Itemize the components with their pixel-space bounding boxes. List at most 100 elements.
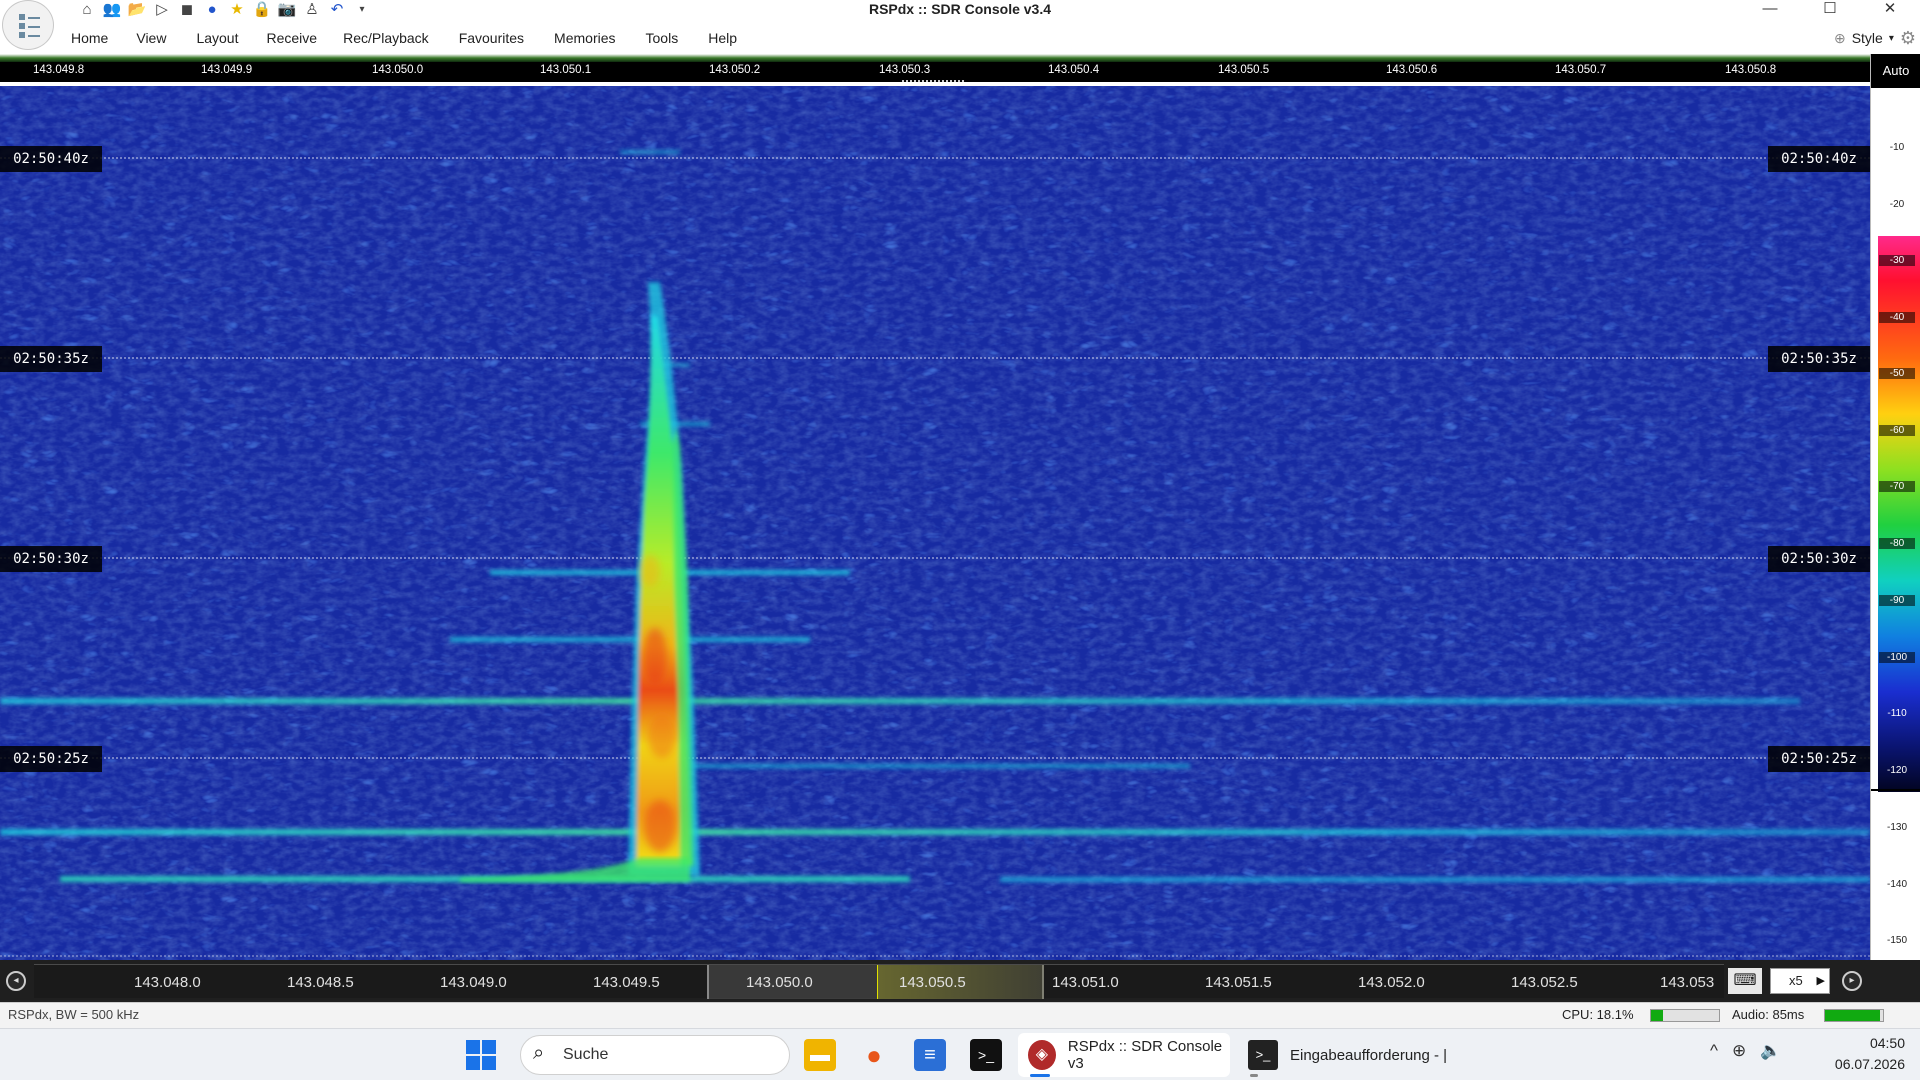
menu-memories[interactable]: Memories <box>554 22 615 54</box>
audio-latency-label: Audio: 85ms <box>1732 1007 1805 1022</box>
close-button[interactable]: ✕ <box>1860 0 1920 20</box>
tuned-center-marker[interactable] <box>877 965 878 999</box>
time-label-left: 02:50:25z <box>0 746 102 772</box>
taskbar-search[interactable]: ⌕ Suche <box>520 1035 790 1075</box>
bottom-freq-tick: 143.048.5 <box>287 974 354 991</box>
level-threshold-line[interactable] <box>1871 789 1920 791</box>
active-app-indicator <box>1030 1074 1050 1077</box>
running-app-indicator <box>1250 1074 1258 1077</box>
bottom-freq-tick: 143.050.5 <box>899 974 966 991</box>
time-label-right: 02:50:40z <box>1768 146 1870 172</box>
menu-items: Home View Layout Receive Rec/Playback Fa… <box>58 22 737 54</box>
notepad-icon[interactable]: ≡ <box>914 1039 946 1071</box>
scroll-right-button[interactable]: ▸ <box>1842 971 1862 991</box>
clock-date: 06.07.2026 <box>1834 1056 1905 1072</box>
top-freq-tick: 143.049.9 <box>201 64 253 76</box>
bottom-freq-tick: 143.052.5 <box>1511 974 1578 991</box>
time-label-right: 02:50:25z <box>1768 746 1870 772</box>
bottom-frequency-ruler[interactable]: 143.048.0 143.048.5 143.049.0 143.049.5 … <box>34 964 1724 999</box>
taskbar-app-label: Eingabeaufforderung - | <box>1290 1046 1448 1064</box>
volume-icon[interactable]: 🔈 <box>1760 1041 1781 1061</box>
sdr-console-icon: ◈ <box>1028 1040 1056 1070</box>
menu-rec-playback[interactable]: Rec/Playback <box>343 22 429 54</box>
style-menu[interactable]: ⊕ Style ▾ ⚙ <box>1834 22 1916 54</box>
level-label: -80 <box>1879 538 1915 549</box>
bottom-freq-tick: 143.052.0 <box>1358 974 1425 991</box>
menu-view[interactable]: View <box>136 22 166 54</box>
firefox-icon[interactable]: ● <box>858 1039 890 1071</box>
keyboard-icon[interactable]: ⌨ <box>1728 968 1762 994</box>
menu-bar: Home View Layout Receive Rec/Playback Fa… <box>0 22 1920 54</box>
maximize-button[interactable]: ☐ <box>1800 0 1860 20</box>
time-label-left: 02:50:30z <box>0 546 102 572</box>
gear-icon[interactable]: ⚙ <box>1900 28 1916 49</box>
level-label: -90 <box>1879 595 1915 606</box>
top-freq-tick: 143.050.3 <box>879 64 931 76</box>
auto-level-button[interactable]: Auto <box>1871 54 1920 88</box>
level-label: -10 <box>1889 142 1905 153</box>
app-menu-button[interactable] <box>2 0 54 50</box>
top-freq-tick: 143.049.8 <box>33 64 85 76</box>
terminal-icon[interactable]: >_ <box>970 1039 1002 1071</box>
file-explorer-icon[interactable]: ▬ <box>804 1039 836 1071</box>
time-label-right: 02:50:35z <box>1768 346 1870 372</box>
cpu-usage-fill <box>1651 1010 1664 1021</box>
audio-level-bar <box>1824 1009 1884 1022</box>
style-label: Style <box>1851 30 1883 46</box>
scroll-left-button[interactable]: ◂ <box>6 971 26 991</box>
level-label: -150 <box>1886 935 1907 946</box>
taskbar-app-command-prompt[interactable]: >_ Eingabeaufforderung - | <box>1238 1033 1448 1077</box>
zoom-selector[interactable]: x5 ▶ <box>1770 968 1830 994</box>
system-clock[interactable]: 04:50 06.07.2026 <box>1815 1033 1905 1075</box>
bottom-freq-tick: 143.050.0 <box>746 974 813 991</box>
bottom-freq-tick: 143.051.5 <box>1205 974 1272 991</box>
level-label: -50 <box>1879 368 1915 379</box>
title-bar: ⌂ 👥 📂 ▷ ◼ ● ★ 🔒 📷 ♙ ↶ ▾ RSPdx :: SDR Con… <box>0 0 1920 22</box>
menu-layout[interactable]: Layout <box>196 22 238 54</box>
menu-favourites[interactable]: Favourites <box>459 22 524 54</box>
command-prompt-icon: >_ <box>1248 1040 1278 1070</box>
bottom-freq-tick: 143.049.5 <box>593 974 660 991</box>
top-freq-tick: 143.050.7 <box>1555 64 1607 76</box>
waterfall-display[interactable]: 02:50:40z 02:50:35z 02:50:30z 02:50:25z … <box>0 86 1870 960</box>
chevron-up-icon[interactable]: ^ <box>1710 1041 1718 1061</box>
windows-start-button[interactable] <box>466 1040 496 1070</box>
minimize-button[interactable]: — <box>1740 0 1800 20</box>
app-logo-icon <box>19 14 40 38</box>
bottom-frequency-bar: ◂ 143.048.0 143.048.5 143.049.0 143.049.… <box>0 960 1920 1002</box>
bottom-freq-tick: 143.053 <box>1660 974 1715 991</box>
time-label-left: 02:50:35z <box>0 346 102 372</box>
menu-receive[interactable]: Receive <box>267 22 318 54</box>
network-icon[interactable]: ⊕ <box>1732 1041 1746 1061</box>
search-placeholder: Suche <box>563 1046 609 1063</box>
level-scale[interactable]: Auto -10 -20 -30 -40 -50 -60 -70 -80 -90… <box>1870 54 1920 960</box>
top-freq-tick: 143.050.5 <box>1218 64 1270 76</box>
chevron-right-icon: ▶ <box>1816 975 1825 987</box>
top-freq-tick: 143.050.1 <box>540 64 592 76</box>
level-label: -110 <box>1887 708 1907 719</box>
cpu-usage-label: CPU: 18.1% <box>1562 1007 1634 1022</box>
tuned-frequency-marker <box>902 80 964 82</box>
chevron-down-icon: ▾ <box>1888 32 1894 44</box>
windows-taskbar: ⌕ Suche ▬ ● ≡ >_ ◈ RSPdx :: SDR Console … <box>0 1028 1920 1080</box>
audio-level-fill <box>1825 1010 1881 1021</box>
top-frequency-ruler[interactable]: 143.049.8 143.049.9 143.050.0 143.050.1 … <box>0 62 1870 82</box>
time-label-left: 02:50:40z <box>0 146 102 172</box>
window-title: RSPdx :: SDR Console v3.4 <box>868 1 1052 17</box>
bottom-freq-tick: 143.051.0 <box>1052 974 1119 991</box>
taskbar-app-sdr-console[interactable]: ◈ RSPdx :: SDR Console v3 <box>1018 1033 1230 1077</box>
menu-tools[interactable]: Tools <box>646 22 679 54</box>
level-label: -30 <box>1879 255 1915 266</box>
level-label: -20 <box>1889 199 1905 210</box>
top-freq-tick: 143.050.2 <box>709 64 761 76</box>
menu-home[interactable]: Home <box>71 22 108 54</box>
device-info: RSPdx, BW = 500 kHz <box>8 1007 140 1022</box>
top-freq-tick: 143.050.0 <box>372 64 424 76</box>
level-label: -70 <box>1879 481 1915 492</box>
top-freq-tick: 143.050.8 <box>1725 64 1777 76</box>
window-controls: — ☐ ✕ <box>1740 0 1920 20</box>
level-label: -40 <box>1879 312 1915 323</box>
level-label: -120 <box>1886 765 1907 776</box>
sdr-console-window: ⌂ 👥 📂 ▷ ◼ ● ★ 🔒 📷 ♙ ↶ ▾ RSPdx :: SDR Con… <box>0 0 1920 1080</box>
menu-help[interactable]: Help <box>708 22 737 54</box>
